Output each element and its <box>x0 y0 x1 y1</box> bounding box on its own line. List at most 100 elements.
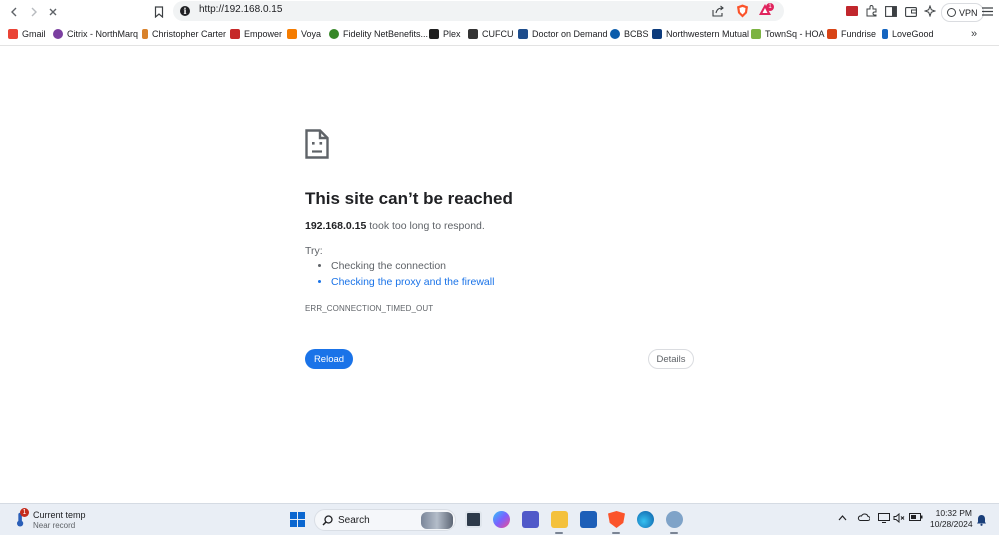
try-label: Try: <box>305 245 323 257</box>
forward-arrow-icon[interactable] <box>25 3 43 20</box>
bookmark-label: Citrix - NorthMarq <box>67 29 139 39</box>
copilot-icon[interactable] <box>493 511 510 528</box>
leo-ai-icon[interactable] <box>923 4 937 18</box>
brave-browser-icon[interactable] <box>608 511 625 528</box>
bookmark-label: Gmail <box>22 29 46 39</box>
lovegood-icon <box>882 29 888 39</box>
search-highlight-image <box>421 512 453 529</box>
bookmark-townsq[interactable]: TownSq - HOA <box>751 28 825 40</box>
error-desc-suffix: took too long to respond. <box>366 220 485 232</box>
christopher-carter-icon <box>142 29 148 39</box>
search-label: Search <box>338 515 370 526</box>
page-content: This site can’t be reached 192.168.0.15 … <box>0 46 999 503</box>
system-clock[interactable]: 10:32 PM 10/28/2024 <box>930 508 973 530</box>
bookmark-label: Plex <box>443 29 461 39</box>
weather-badge: 1 <box>20 508 29 517</box>
suggestion-link[interactable]: Checking the proxy and the firewall <box>331 276 494 288</box>
suggestions-list: Checking the connection Checking the pro… <box>317 260 494 292</box>
file-explorer-icon[interactable] <box>551 511 568 528</box>
bookmarks-bar: Gmail Citrix - NorthMarq Christopher Car… <box>0 23 999 46</box>
volume-muted-icon[interactable] <box>893 512 905 526</box>
error-code: ERR_CONNECTION_TIMED_OUT <box>305 304 434 313</box>
voya-icon <box>287 29 297 39</box>
weather-title: Current temp <box>33 510 86 520</box>
fundrise-icon <box>827 29 837 39</box>
extension-icon[interactable] <box>845 4 859 18</box>
suggestion-item: Checking the connection <box>331 260 494 272</box>
bcbs-icon <box>610 29 620 39</box>
bookmark-label: Fundrise <box>841 29 877 39</box>
northwestern-mutual-icon <box>652 29 662 39</box>
bookmark-gmail[interactable]: Gmail <box>8 28 46 40</box>
empower-icon <box>230 29 240 39</box>
sad-document-icon <box>305 129 329 159</box>
bookmark-label: Fidelity NetBenefits... <box>343 29 429 39</box>
plex-icon <box>429 29 439 39</box>
bookmark-label: CUFCU <box>482 29 514 39</box>
settings-app-icon[interactable] <box>666 511 683 528</box>
task-view-icon[interactable] <box>465 511 482 528</box>
windows-start-icon[interactable] <box>290 512 305 527</box>
brave-shields-icon[interactable] <box>735 4 749 18</box>
weather-subtitle: Near record <box>33 521 76 530</box>
fidelity-icon <box>329 29 339 39</box>
cufcu-icon <box>468 29 478 39</box>
bookmark-label: Voya <box>301 29 322 39</box>
notification-badge: 1 <box>766 3 774 11</box>
microsoft-store-icon[interactable] <box>580 511 597 528</box>
taskbar-search-box[interactable]: Search <box>314 509 456 531</box>
stop-loading-icon[interactable] <box>44 3 62 20</box>
bookmark-voya[interactable]: Voya <box>287 28 321 40</box>
gmail-icon <box>8 29 18 39</box>
wallet-icon[interactable] <box>904 4 918 18</box>
error-host: 192.168.0.15 <box>305 220 367 232</box>
windows-taskbar: 1 Current temp Near record Search 10:32 … <box>0 503 999 535</box>
bookmark-plex[interactable]: Plex <box>429 28 461 40</box>
back-arrow-icon[interactable] <box>5 3 23 20</box>
reload-button[interactable]: Reload <box>305 349 353 369</box>
bookmark-label: LoveGood <box>892 29 934 39</box>
address-bar[interactable]: i http://192.168.0.15 <box>173 1 784 21</box>
bookmark-bcbs[interactable]: BCBS <box>610 28 649 40</box>
bookmark-northwestern-mutual[interactable]: Northwestern Mutual <box>652 28 749 40</box>
bookmark-doctor-on-demand[interactable]: Doctor on Demand <box>518 28 608 40</box>
share-icon[interactable] <box>711 4 725 18</box>
bookmark-empower[interactable]: Empower <box>230 28 282 40</box>
onedrive-icon[interactable] <box>857 513 871 524</box>
bookmark-label: Christopher Carter <box>152 29 227 39</box>
bookmark-lovegood[interactable]: LoveGood <box>882 28 934 40</box>
vpn-label: VPN <box>959 7 978 18</box>
bookmark-fidelity[interactable]: Fidelity NetBenefits... <box>329 28 428 40</box>
bookmark-cufcu[interactable]: CUFCU <box>468 28 514 40</box>
error-description: 192.168.0.15 took too long to respond. <box>305 220 485 232</box>
show-hidden-icons-chevron-icon[interactable] <box>838 513 847 524</box>
network-display-icon[interactable] <box>878 513 890 526</box>
details-button[interactable]: Details <box>648 349 694 369</box>
bookmark-label: BCBS <box>624 29 649 39</box>
bookmark-christopher-carter[interactable]: Christopher Carter <box>142 28 226 40</box>
teams-icon[interactable] <box>522 511 539 528</box>
globe-icon <box>947 8 956 17</box>
bookmark-icon[interactable] <box>150 3 168 20</box>
url-text[interactable]: http://192.168.0.15 <box>199 4 282 15</box>
sidebar-icon[interactable] <box>884 4 898 18</box>
doctor-on-demand-icon <box>518 29 528 39</box>
extensions-puzzle-icon[interactable] <box>865 4 879 18</box>
vpn-button[interactable]: VPN <box>941 3 984 22</box>
more-bookmarks-chevron-icon[interactable]: » <box>971 28 977 40</box>
browser-toolbar: i http://192.168.0.15 1 VPN <box>0 0 999 23</box>
clock-time: 10:32 PM <box>935 508 972 518</box>
notifications-bell-icon[interactable] <box>976 514 987 529</box>
battery-icon[interactable] <box>909 513 923 524</box>
bookmark-label: Northwestern Mutual <box>666 29 750 39</box>
hamburger-menu-icon[interactable] <box>980 4 994 18</box>
weather-widget[interactable]: 1 Current temp Near record <box>14 508 104 532</box>
edge-browser-icon[interactable] <box>637 511 654 528</box>
bookmark-label: TownSq - HOA <box>765 29 825 39</box>
citrix-icon <box>53 29 63 39</box>
bookmark-citrix[interactable]: Citrix - NorthMarq <box>53 28 138 40</box>
bookmark-fundrise[interactable]: Fundrise <box>827 28 876 40</box>
error-title: This site can’t be reached <box>305 189 513 208</box>
info-icon[interactable]: i <box>180 6 190 16</box>
bookmark-label: Empower <box>244 29 283 39</box>
